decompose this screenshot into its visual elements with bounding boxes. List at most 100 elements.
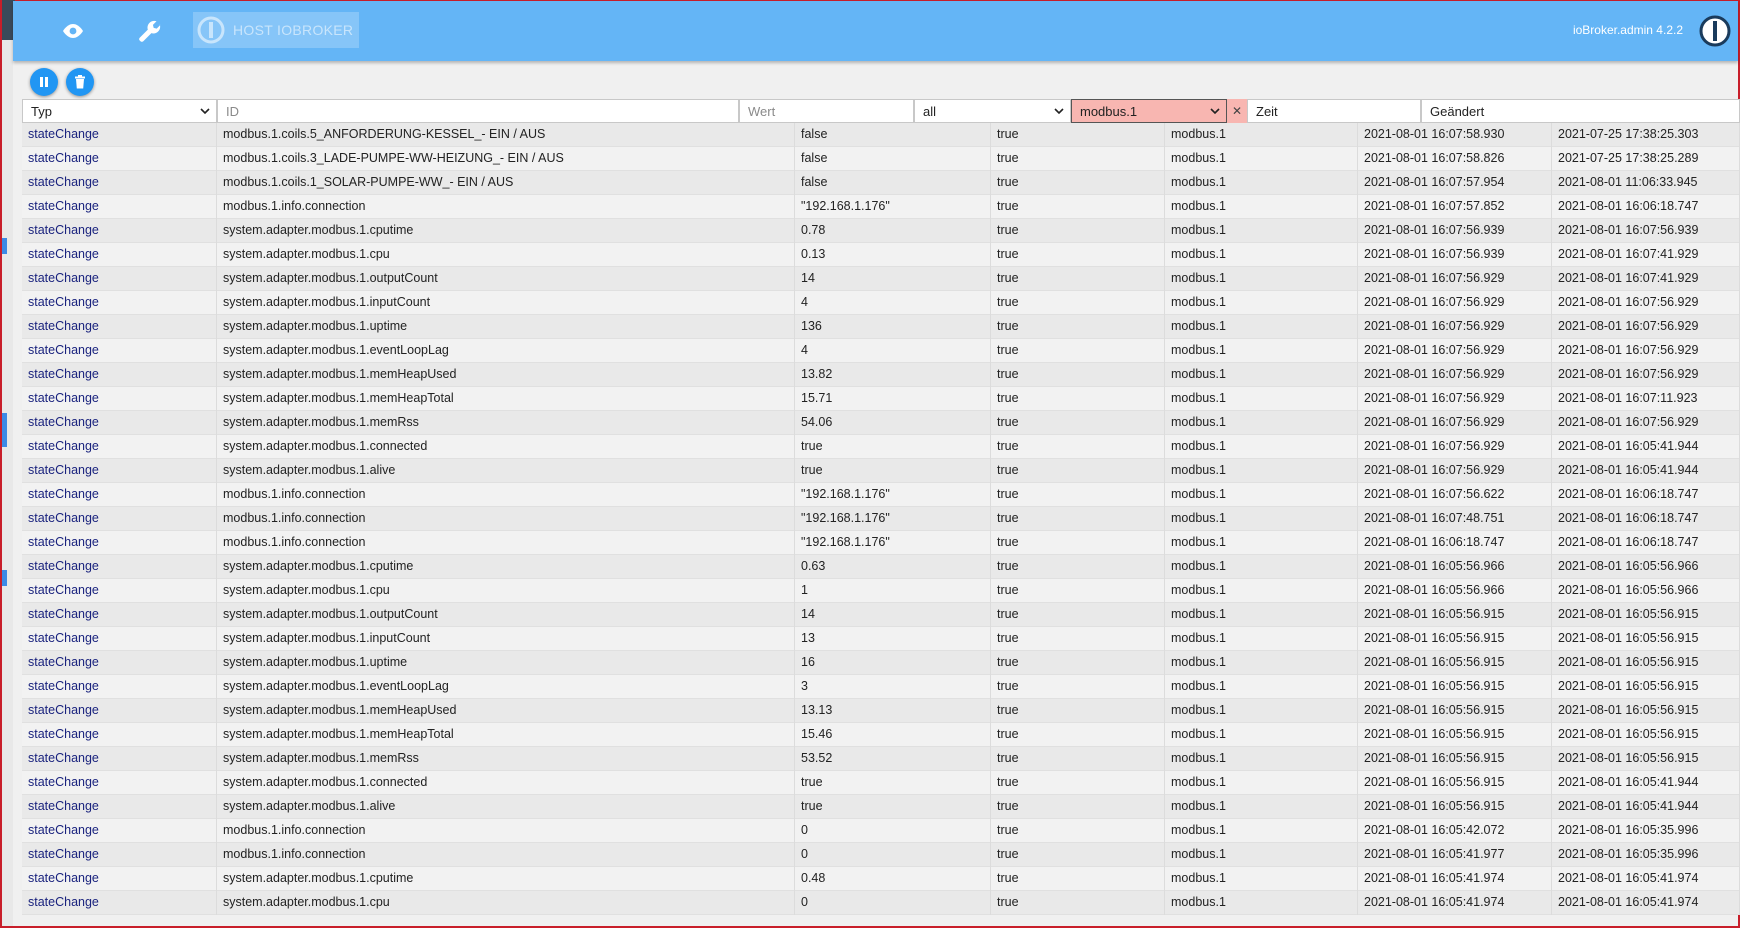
table-row[interactable]: stateChange system.adapter.modbus.1.outpu… [22, 267, 1740, 291]
table-row[interactable]: stateChange system.adapter.modbus.1.uptim… [22, 651, 1740, 675]
from-filter-select[interactable]: modbus.1 [1071, 99, 1227, 123]
table-row[interactable]: stateChange modbus.1.coils.3_LADE-PUMPE-W… [22, 147, 1740, 171]
changed-cell: 2021-08-01 16:05:56.915 [1552, 651, 1740, 675]
filter-row: Typ ID Wert all modbus.1 ✕ Zeit Geändert [22, 99, 1740, 123]
table-row[interactable]: stateChange system.adapter.modbus.1.conne… [22, 771, 1740, 795]
changed-cell: 2021-08-01 16:07:56.929 [1552, 339, 1740, 363]
time-cell: 2021-08-01 16:07:56.622 [1358, 483, 1552, 507]
time-cell: 2021-08-01 16:05:56.915 [1358, 603, 1552, 627]
event-rows: stateChange modbus.1.coils.5_ANFORDERUNG-… [22, 123, 1740, 915]
ack-filter-select[interactable]: all [914, 99, 1071, 123]
table-row[interactable]: stateChange system.adapter.modbus.1.memHe… [22, 699, 1740, 723]
time-cell: 2021-08-01 16:05:56.915 [1358, 723, 1552, 747]
id-filter-placeholder: ID [226, 103, 239, 119]
changed-cell: 2021-08-01 16:05:41.974 [1552, 891, 1740, 915]
table-row[interactable]: stateChange modbus.1.coils.1_SOLAR-PUMPE-… [22, 171, 1740, 195]
iobroker-logo-icon[interactable] [1698, 14, 1732, 51]
table-row[interactable]: stateChange system.adapter.modbus.1.event… [22, 675, 1740, 699]
from-cell: modbus.1 [1165, 555, 1358, 579]
ack-cell: true [991, 291, 1165, 315]
event-type-cell: stateChange [22, 483, 217, 507]
id-cell: modbus.1.info.connection [217, 483, 795, 507]
chevron-down-icon [1210, 108, 1220, 115]
eye-icon[interactable] [57, 15, 89, 47]
from-cell: modbus.1 [1165, 603, 1358, 627]
table-row[interactable]: stateChange system.adapter.modbus.1.cpu 0 t… [22, 891, 1740, 915]
event-type-cell: stateChange [22, 267, 217, 291]
changed-cell: 2021-08-01 16:05:35.996 [1552, 843, 1740, 867]
from-cell: modbus.1 [1165, 123, 1358, 147]
table-row[interactable]: stateChange modbus.1.info.connection 0 true… [22, 843, 1740, 867]
table-row[interactable]: stateChange modbus.1.info.connection "192.… [22, 195, 1740, 219]
ack-cell: true [991, 483, 1165, 507]
id-cell: modbus.1.coils.5_ANFORDERUNG-KESSEL_- EI… [217, 123, 795, 147]
table-row[interactable]: stateChange modbus.1.info.connection "192.… [22, 531, 1740, 555]
value-cell: 0.78 [795, 219, 991, 243]
value-cell: 16 [795, 651, 991, 675]
clear-filter-button[interactable]: ✕ [1227, 99, 1247, 123]
table-row[interactable]: stateChange modbus.1.info.connection 0 true… [22, 819, 1740, 843]
value-cell: 15.46 [795, 723, 991, 747]
table-row[interactable]: stateChange system.adapter.modbus.1.cputi… [22, 555, 1740, 579]
ack-cell: true [991, 219, 1165, 243]
id-cell: system.adapter.modbus.1.cputime [217, 219, 795, 243]
event-type-cell: stateChange [22, 555, 217, 579]
table-row[interactable]: stateChange system.adapter.modbus.1.input… [22, 291, 1740, 315]
id-cell: system.adapter.modbus.1.connected [217, 435, 795, 459]
host-label: HOST IOBROKER [233, 22, 354, 38]
from-cell: modbus.1 [1165, 195, 1358, 219]
time-cell: 2021-08-01 16:07:56.929 [1358, 291, 1552, 315]
table-row[interactable]: stateChange system.adapter.modbus.1.memRs… [22, 747, 1740, 771]
id-cell: system.adapter.modbus.1.eventLoopLag [217, 339, 795, 363]
table-row[interactable]: stateChange system.adapter.modbus.1.cputi… [22, 219, 1740, 243]
table-row[interactable]: stateChange modbus.1.info.connection "192.… [22, 483, 1740, 507]
table-row[interactable]: stateChange system.adapter.modbus.1.cpu 0.… [22, 243, 1740, 267]
from-cell: modbus.1 [1165, 627, 1358, 651]
event-type-cell: stateChange [22, 123, 217, 147]
table-row[interactable]: stateChange system.adapter.modbus.1.conne… [22, 435, 1740, 459]
table-row[interactable]: stateChange system.adapter.modbus.1.memHe… [22, 387, 1740, 411]
side-marker [2, 238, 7, 254]
ack-cell: true [991, 675, 1165, 699]
event-type-cell: stateChange [22, 243, 217, 267]
changed-cell: 2021-08-01 16:05:41.974 [1552, 867, 1740, 891]
time-cell: 2021-08-01 16:05:41.974 [1358, 867, 1552, 891]
table-row[interactable]: stateChange system.adapter.modbus.1.outpu… [22, 603, 1740, 627]
id-filter-input[interactable]: ID [217, 99, 739, 123]
time-cell: 2021-08-01 16:07:57.954 [1358, 171, 1552, 195]
table-row[interactable]: stateChange system.adapter.modbus.1.memRs… [22, 411, 1740, 435]
value-cell: 0 [795, 843, 991, 867]
event-type-cell: stateChange [22, 459, 217, 483]
id-cell: system.adapter.modbus.1.outputCount [217, 267, 795, 291]
table-row[interactable]: stateChange system.adapter.modbus.1.event… [22, 339, 1740, 363]
ack-filter-value: all [923, 103, 937, 119]
table-row[interactable]: stateChange system.adapter.modbus.1.alive… [22, 459, 1740, 483]
from-cell: modbus.1 [1165, 291, 1358, 315]
wrench-icon[interactable] [134, 15, 166, 47]
host-selector[interactable]: HOST IOBROKER [193, 12, 359, 48]
time-cell: 2021-08-01 16:05:56.915 [1358, 795, 1552, 819]
table-row[interactable]: stateChange system.adapter.modbus.1.cpu 1 t… [22, 579, 1740, 603]
pause-button[interactable] [30, 68, 58, 96]
changed-header-label: Geändert [1430, 103, 1485, 119]
ack-cell: true [991, 147, 1165, 171]
value-cell: true [795, 459, 991, 483]
from-cell: modbus.1 [1165, 507, 1358, 531]
changed-cell: 2021-08-01 11:06:33.945 [1552, 171, 1740, 195]
table-row[interactable]: stateChange modbus.1.info.connection "192.… [22, 507, 1740, 531]
table-row[interactable]: stateChange system.adapter.modbus.1.input… [22, 627, 1740, 651]
time-header-label: Zeit [1256, 103, 1278, 119]
delete-button[interactable] [66, 68, 94, 96]
value-filter-input[interactable]: Wert [739, 99, 914, 123]
table-row[interactable]: stateChange system.adapter.modbus.1.cputi… [22, 867, 1740, 891]
table-row[interactable]: stateChange system.adapter.modbus.1.alive… [22, 795, 1740, 819]
event-type-cell: stateChange [22, 771, 217, 795]
table-row[interactable]: stateChange modbus.1.coils.5_ANFORDERUNG-… [22, 123, 1740, 147]
table-row[interactable]: stateChange system.adapter.modbus.1.memHe… [22, 363, 1740, 387]
id-cell: system.adapter.modbus.1.cputime [217, 555, 795, 579]
type-filter-select[interactable]: Typ [22, 99, 217, 123]
id-cell: system.adapter.modbus.1.inputCount [217, 627, 795, 651]
table-row[interactable]: stateChange system.adapter.modbus.1.uptim… [22, 315, 1740, 339]
from-cell: modbus.1 [1165, 147, 1358, 171]
table-row[interactable]: stateChange system.adapter.modbus.1.memHe… [22, 723, 1740, 747]
